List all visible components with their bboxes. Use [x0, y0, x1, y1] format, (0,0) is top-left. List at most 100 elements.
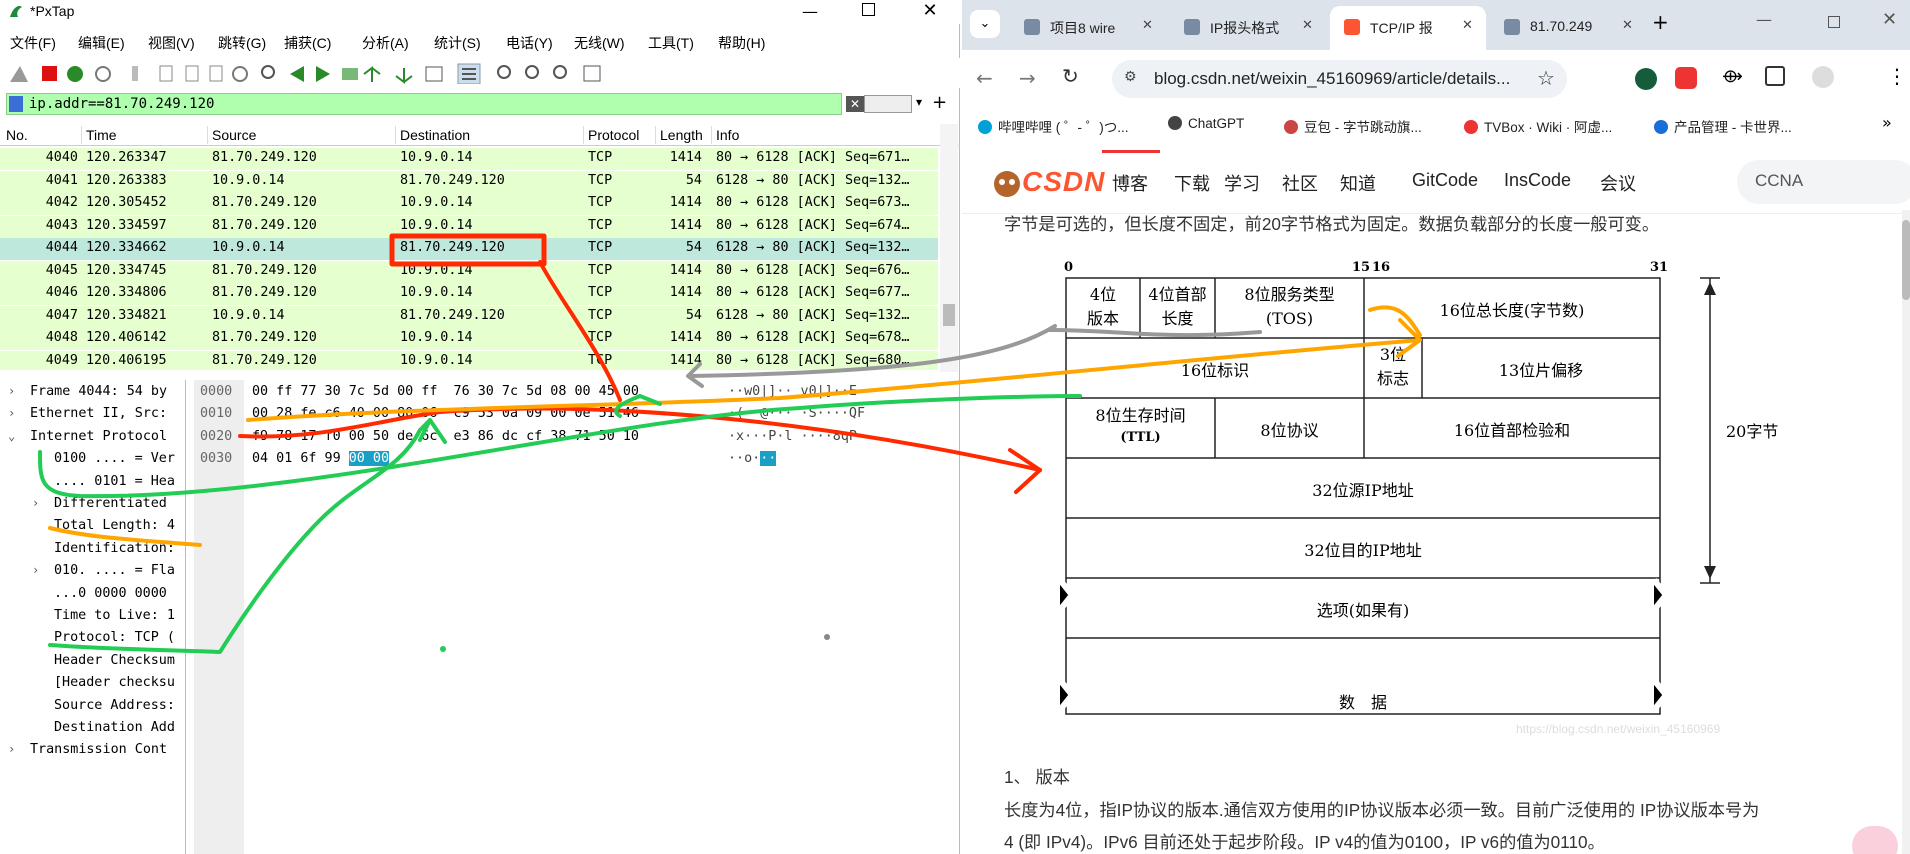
forward-icon[interactable]: → — [1019, 66, 1036, 90]
collapsed-chevron-icon[interactable]: › — [8, 742, 15, 756]
add-filter-button-icon[interactable]: + — [932, 92, 947, 113]
menu-item[interactable]: 无线(W) — [574, 33, 625, 53]
menu-item[interactable]: 电话(Y) — [506, 33, 553, 53]
minimize-icon[interactable]: — — [800, 2, 820, 21]
menu-item[interactable]: 捕获(C) — [284, 33, 331, 53]
minimize-icon[interactable]: — — [1756, 10, 1772, 29]
csdn-logo[interactable]: CSDN — [1022, 166, 1105, 198]
menu-item[interactable]: 分析(A) — [362, 33, 409, 53]
packet-row[interactable]: 4045 120.334745 81.70.249.120 10.9.0.14 TCP 1… — [0, 260, 938, 283]
extension-icon[interactable]: ⟴ — [1722, 66, 1743, 87]
bookmark-item[interactable]: 哔哩哔哩 ( ゜- ゜)つ... — [978, 116, 1129, 136]
profile-avatar[interactable] — [1812, 66, 1834, 88]
tree-node[interactable]: Source Address: — [0, 698, 185, 718]
tree-node[interactable]: Time to Live: 1 — [0, 608, 185, 628]
back-icon[interactable]: ← — [976, 66, 993, 90]
packet-row[interactable]: 4040 120.263347 81.70.249.120 10.9.0.14 TCP 1… — [0, 148, 938, 170]
scrollbar-thumb[interactable] — [943, 304, 955, 326]
collapsed-chevron-icon[interactable]: › — [32, 496, 39, 510]
packet-list-scrollbar[interactable] — [940, 124, 958, 372]
packet-row[interactable]: 4042 120.305452 81.70.249.120 10.9.0.14 TCP 1… — [0, 193, 938, 215]
page-scrollbar[interactable] — [1902, 210, 1910, 854]
column-header[interactable]: Length — [660, 127, 703, 143]
tree-node[interactable]: Total Length: 4 — [0, 518, 185, 538]
bookmark-icon[interactable] — [9, 96, 23, 112]
browser-tab[interactable]: IP报头格式 ✕ — [1170, 6, 1326, 50]
extension-icon[interactable] — [1635, 68, 1657, 90]
column-header[interactable]: Destination — [400, 127, 470, 143]
column-header[interactable]: Info — [716, 127, 739, 143]
tree-node[interactable]: › 010. .... = Fla — [0, 563, 185, 583]
maximize-icon[interactable] — [1828, 16, 1840, 28]
csdn-nav-link[interactable]: 博客 — [1112, 170, 1148, 196]
csdn-nav-link[interactable]: 社区 — [1282, 170, 1318, 196]
hex-bytes[interactable]: 00 ff 77 30 7c 5d 00 ff 76 30 7c 5d 08 0… — [252, 384, 639, 399]
tree-node[interactable]: › Differentiated — [0, 496, 185, 516]
expanded-chevron-icon[interactable]: ⌄ — [8, 429, 15, 443]
tree-node[interactable]: Protocol: TCP ( — [0, 630, 185, 650]
tree-node[interactable]: ...0 0000 0000 — [0, 586, 185, 606]
collapsed-chevron-icon[interactable]: › — [8, 384, 15, 398]
hex-bytes[interactable]: 04 01 6f 99 00 00 — [252, 450, 390, 466]
browser-tab[interactable]: 项目8 wire ✕ — [1010, 6, 1166, 50]
packet-row[interactable]: 4041 120.263383 10.9.0.14 81.70.249.120 TCP 5… — [0, 170, 938, 193]
csdn-nav-link[interactable]: 会议 — [1600, 170, 1636, 196]
csdn-nav-link[interactable]: 下载 — [1174, 170, 1210, 196]
csdn-search-input[interactable]: CCNA — [1737, 160, 1910, 204]
close-icon[interactable]: ✕ — [1882, 9, 1897, 30]
hex-bytes[interactable]: f9 78 17 f0 00 50 de 6c e3 86 dc cf 38 7… — [252, 429, 639, 444]
clear-filter-icon[interactable]: ✕ — [846, 96, 864, 112]
tree-node[interactable]: › Frame 4044: 54 by — [0, 384, 185, 404]
bookmarks-overflow-icon[interactable]: » — [1882, 113, 1892, 132]
menu-item[interactable]: 统计(S) — [434, 33, 481, 53]
csdn-nav-link[interactable]: InsCode — [1504, 170, 1571, 191]
tab-close-icon[interactable]: ✕ — [1142, 18, 1153, 33]
extensions-puzzle-icon[interactable] — [1765, 66, 1785, 86]
menu-item[interactable]: 编辑(E) — [78, 33, 125, 53]
tree-node[interactable]: Header Checksum — [0, 653, 185, 673]
bookmark-item[interactable]: 产品管理 - 卡世界... — [1654, 116, 1792, 136]
bookmark-item[interactable]: TVBox · Wiki · 阿虚... — [1464, 116, 1612, 136]
address-bar[interactable]: ⚙ blog.csdn.net/weixin_45160969/article/… — [1112, 60, 1567, 98]
display-filter-bar[interactable]: ip.addr==81.70.249.120 ✕ — [6, 93, 864, 115]
packet-row[interactable]: 4048 120.406142 81.70.249.120 10.9.0.14 TCP 1… — [0, 328, 938, 350]
browser-tab[interactable]: TCP/IP 报 ✕ — [1330, 6, 1486, 50]
packet-row[interactable]: 4043 120.334597 81.70.249.120 10.9.0.14 TCP 1… — [0, 215, 938, 238]
extension-icon[interactable] — [1675, 67, 1697, 89]
more-menu-icon[interactable]: ⋮ — [1887, 64, 1907, 88]
floating-helper-button[interactable] — [1852, 826, 1898, 854]
maximize-icon[interactable] — [862, 3, 875, 16]
tree-node[interactable]: Identification: — [0, 541, 185, 561]
tree-node[interactable]: .... 0101 = Hea — [0, 474, 185, 494]
bookmark-star-icon[interactable]: ☆ — [1537, 66, 1555, 90]
search-placeholder[interactable]: CCNA — [1755, 171, 1803, 191]
bookmark-item[interactable]: ChatGPT — [1168, 116, 1244, 131]
close-icon[interactable]: ✕ — [920, 0, 940, 21]
hex-ascii[interactable]: ··w0|]·· v0|]··E· — [728, 384, 865, 399]
menu-item[interactable]: 文件(F) — [10, 33, 56, 53]
tab-close-icon[interactable]: ✕ — [1462, 18, 1473, 33]
tree-node[interactable]: › Transmission Cont — [0, 742, 185, 762]
reload-icon[interactable]: ↻ — [1062, 64, 1079, 88]
tree-node[interactable]: ⌄ Internet Protocol — [0, 429, 185, 449]
scrollbar-thumb[interactable] — [1902, 220, 1910, 300]
tab-close-icon[interactable]: ✕ — [1622, 18, 1633, 33]
tab-list-icon[interactable]: ⌄ — [970, 10, 1000, 38]
filter-text[interactable]: ip.addr==81.70.249.120 — [29, 96, 214, 112]
packet-row[interactable]: 4044 120.334662 10.9.0.14 81.70.249.120 TCP 5… — [0, 238, 938, 260]
bookmark-item[interactable]: 豆包 - 字节跳动旗... — [1284, 116, 1422, 136]
filter-dropdown-icon[interactable]: ▾ — [916, 95, 922, 109]
hex-ascii[interactable]: ·x···P·l ····8qP· — [728, 429, 865, 444]
csdn-nav-link[interactable]: 学习 — [1224, 170, 1260, 196]
tab-close-icon[interactable]: ✕ — [1302, 18, 1313, 33]
new-tab-icon[interactable]: + — [1652, 10, 1669, 34]
tree-node[interactable]: Destination Add — [0, 720, 185, 740]
column-header[interactable]: Time — [86, 127, 117, 143]
packet-row[interactable]: 4046 120.334806 81.70.249.120 10.9.0.14 TCP 1… — [0, 283, 938, 305]
packet-row[interactable]: 4047 120.334821 10.9.0.14 81.70.249.120 TCP 5… — [0, 305, 938, 328]
column-header[interactable]: Source — [212, 127, 256, 143]
site-info-icon[interactable]: ⚙ — [1124, 69, 1137, 85]
menu-item[interactable]: 帮助(H) — [718, 33, 765, 53]
menu-item[interactable]: 工具(T) — [648, 33, 694, 53]
browser-tab[interactable]: 81.70.249 ✕ — [1490, 6, 1646, 50]
